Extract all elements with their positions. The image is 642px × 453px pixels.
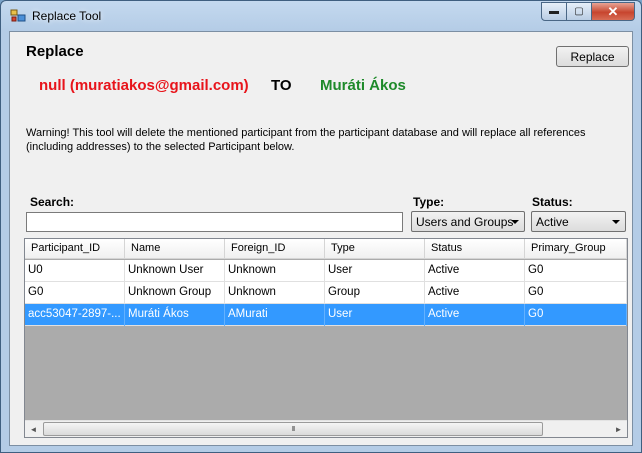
table-cell: Group (325, 282, 425, 304)
table-cell: User (325, 260, 425, 282)
column-header[interactable]: Name (125, 239, 225, 259)
window-controls: ▬ ▢ ✕ (541, 2, 635, 21)
chevron-down-icon (612, 220, 620, 224)
to-label: TO (271, 77, 292, 94)
table-cell: Unknown Group (125, 282, 225, 304)
scroll-thumb[interactable]: III (43, 422, 543, 436)
scroll-right-icon[interactable]: ► (610, 421, 627, 437)
table-cell: Muráti Ákos (125, 304, 225, 326)
maximize-button[interactable]: ▢ (566, 2, 592, 21)
type-label: Type: (413, 195, 445, 209)
table-cell: G0 (25, 282, 125, 304)
client-area: Replace Replace null (muratiakos@gmail.c… (9, 31, 633, 446)
chevron-down-icon (511, 220, 519, 224)
type-dropdown-value: Users and Groups (416, 215, 514, 229)
table-cell: G0 (525, 304, 627, 326)
minimize-button[interactable]: ▬ (541, 2, 567, 21)
table-cell: Active (425, 260, 525, 282)
table-cell: Unknown (225, 282, 325, 304)
status-dropdown-value: Active (536, 215, 569, 229)
search-input[interactable] (26, 212, 403, 232)
table-cell: Active (425, 282, 525, 304)
horizontal-scrollbar[interactable]: ◄ III ► (25, 420, 627, 437)
page-title: Replace (26, 43, 84, 60)
table-cell: User (325, 304, 425, 326)
warning-message: Warning! This tool will delete the menti… (26, 127, 586, 153)
target-participant: Muráti Ákos (320, 77, 406, 94)
column-header[interactable]: Status (425, 239, 525, 259)
close-button[interactable]: ✕ (591, 2, 635, 21)
table-cell: AMurati (225, 304, 325, 326)
column-header[interactable]: Participant_ID (25, 239, 125, 259)
app-icon (10, 9, 26, 22)
table-cell: G0 (525, 260, 627, 282)
status-label: Status: (532, 195, 573, 209)
table-cell: Unknown (225, 260, 325, 282)
participants-grid[interactable]: Participant_ID Name Foreign_ID Type Stat… (24, 238, 628, 438)
table-row[interactable]: G0 Unknown Group Unknown Group Active G0 (25, 282, 627, 304)
table-row[interactable]: U0 Unknown User Unknown User Active G0 (25, 260, 627, 282)
column-header[interactable]: Primary_Group (525, 239, 627, 259)
table-cell: G0 (525, 282, 627, 304)
replace-button[interactable]: Replace (556, 46, 629, 67)
column-header[interactable]: Foreign_ID (225, 239, 325, 259)
table-cell: acc53047-2897-... (25, 304, 125, 326)
replace-tool-window: Replace Tool ▬ ▢ ✕ Replace Replace null … (0, 0, 642, 453)
table-cell: U0 (25, 260, 125, 282)
scroll-left-icon[interactable]: ◄ (25, 421, 42, 437)
table-row-selected[interactable]: acc53047-2897-... Muráti Ákos AMurati Us… (25, 304, 627, 326)
status-dropdown[interactable]: Active (531, 211, 626, 232)
column-header[interactable]: Type (325, 239, 425, 259)
title-bar[interactable]: Replace Tool ▬ ▢ ✕ (1, 1, 641, 31)
grid-body: U0 Unknown User Unknown User Active G0 G… (25, 260, 627, 326)
table-cell: Unknown User (125, 260, 225, 282)
grid-header: Participant_ID Name Foreign_ID Type Stat… (25, 239, 627, 259)
source-participant: null (muratiakos@gmail.com) (39, 77, 249, 94)
type-dropdown[interactable]: Users and Groups (411, 211, 525, 232)
table-cell: Active (425, 304, 525, 326)
window-title: Replace Tool (32, 9, 102, 23)
search-label: Search: (30, 195, 75, 209)
